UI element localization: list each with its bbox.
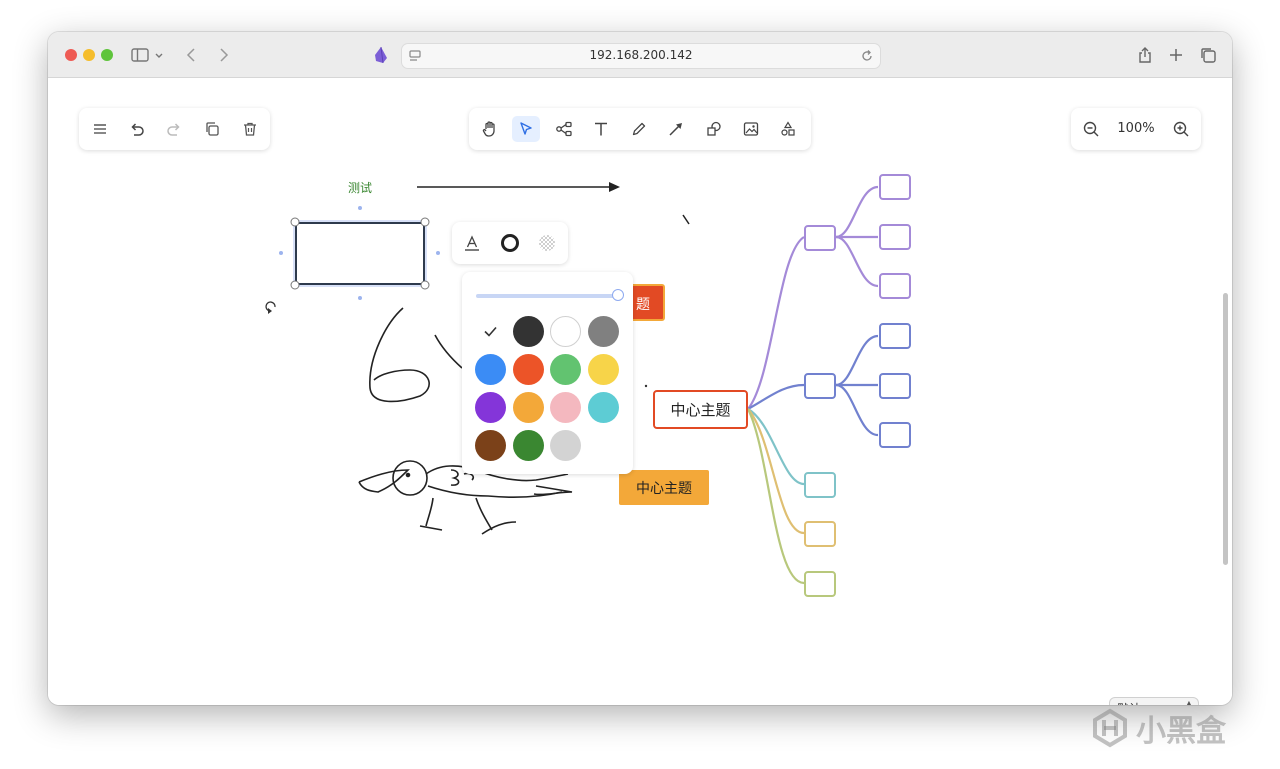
reload-icon[interactable] (860, 49, 874, 63)
whiteboard-canvas[interactable]: 100% 测试 题 中心主题 中心主题 ▲ (48, 78, 1232, 705)
resize-handle[interactable] (290, 217, 300, 227)
mindmap-node[interactable] (879, 224, 911, 250)
drawing-layer (265, 182, 879, 585)
connection-point[interactable] (436, 251, 440, 255)
mindmap-node[interactable] (804, 472, 836, 498)
central-topic-label: 中心主题 (670, 401, 731, 419)
fill-transparent-icon[interactable] (533, 230, 561, 256)
color-swatch[interactable] (587, 316, 619, 347)
watermark: 小黑盒 (1090, 706, 1226, 750)
theme-select-value: 默认 (1117, 700, 1141, 705)
resize-handle[interactable] (420, 280, 430, 290)
color-swatch[interactable] (550, 316, 581, 347)
resize-handle[interactable] (420, 217, 430, 227)
mindmap-node[interactable] (804, 225, 836, 251)
mindmap-node[interactable] (879, 373, 911, 399)
tab-overview-icon[interactable] (1198, 45, 1218, 65)
canvas-text-label[interactable]: 测试 (348, 179, 372, 196)
address-bar[interactable]: 192.168.200.142 (401, 43, 881, 69)
stroke-icon[interactable] (496, 230, 524, 256)
color-swatch[interactable] (550, 430, 581, 461)
color-swatch[interactable] (475, 392, 506, 423)
close-window-button[interactable] (65, 49, 77, 61)
connection-point[interactable] (358, 206, 362, 210)
color-swatch[interactable] (512, 354, 544, 385)
resize-handle[interactable] (290, 280, 300, 290)
new-tab-icon[interactable] (1166, 45, 1186, 65)
color-swatch[interactable] (587, 354, 619, 385)
mindmap-node[interactable] (804, 521, 836, 547)
chevron-down-icon[interactable] (153, 45, 165, 65)
color-swatch[interactable] (550, 392, 581, 423)
color-swatch[interactable] (512, 316, 544, 347)
watermark-text: 小黑盒 (1136, 714, 1226, 749)
element-style-toolbar (452, 222, 568, 264)
watermark-logo-icon (1093, 708, 1127, 748)
browser-titlebar: 192.168.200.142 (48, 32, 1232, 78)
select-arrows-icon: ▲▼ (1185, 699, 1192, 706)
freehand-stroke[interactable] (434, 334, 463, 369)
connection-point[interactable] (279, 251, 283, 255)
theme-select[interactable]: 默认 ▲▼ (1110, 698, 1198, 705)
color-swatch[interactable] (475, 430, 506, 461)
opacity-slider[interactable] (476, 289, 624, 301)
mindmap-node[interactable] (879, 174, 911, 200)
checkmark-icon (484, 326, 497, 337)
site-logo-icon (371, 45, 391, 65)
connection-point[interactable] (358, 296, 362, 300)
rotate-icon[interactable] (265, 301, 276, 314)
forward-icon[interactable] (213, 45, 233, 65)
maximize-window-button[interactable] (101, 49, 113, 61)
color-swatch[interactable] (550, 354, 581, 385)
mindmap-node[interactable] (879, 323, 911, 349)
selected-rectangle[interactable] (295, 222, 425, 285)
orange-topic-node[interactable]: 中心主题 (619, 470, 709, 505)
browser-window: 192.168.200.142 100% 测试 题 中心主题 中心主题 ▲ (48, 32, 1232, 705)
arrow-head (609, 182, 620, 192)
minimize-window-button[interactable] (83, 49, 95, 61)
color-swatch[interactable] (587, 392, 619, 423)
central-topic-node[interactable]: 中心主题 (653, 390, 748, 429)
share-icon[interactable] (1135, 45, 1155, 65)
vertical-scrollbar[interactable] (1223, 293, 1228, 565)
topic-node-red-label: 题 (636, 297, 650, 313)
color-swatch[interactable] (512, 430, 544, 461)
back-icon[interactable] (182, 45, 202, 65)
color-swatch[interactable] (475, 354, 506, 385)
opacity-slider-thumb[interactable] (612, 289, 624, 301)
no-color-swatch[interactable] (475, 316, 506, 347)
color-picker-popup (462, 272, 633, 474)
sidebar-toggle-icon[interactable] (130, 45, 150, 65)
url-text: 192.168.200.142 (589, 48, 693, 62)
small-stroke[interactable] (682, 214, 690, 225)
freehand-stroke[interactable] (369, 307, 430, 403)
mindmap-node[interactable] (804, 571, 836, 597)
mindmap-node[interactable] (879, 422, 911, 448)
text-color-icon[interactable] (458, 230, 486, 256)
mindmap-node[interactable] (879, 273, 911, 299)
color-swatch[interactable] (512, 392, 544, 423)
orange-topic-label: 中心主题 (636, 480, 692, 497)
mindmap-node[interactable] (804, 373, 836, 399)
